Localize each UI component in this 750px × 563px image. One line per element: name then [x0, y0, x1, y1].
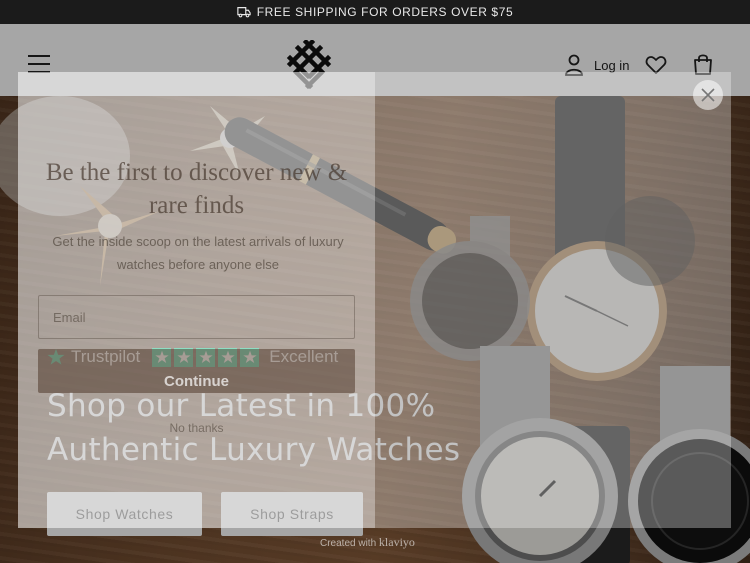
signup-popup: Be the first to discover new & rare find…: [18, 72, 731, 549]
credit-prefix: Created with: [320, 538, 377, 549]
popup-title: Be the first to discover new & rare find…: [45, 159, 348, 219]
announcement-bar: FREE SHIPPING FOR ORDERS OVER $75: [0, 0, 750, 24]
email-field[interactable]: [38, 295, 355, 339]
klaviyo-logo: klaviyo: [378, 535, 415, 549]
klaviyo-credit[interactable]: Created with klaviyo: [320, 535, 415, 550]
no-thanks-link[interactable]: No thanks: [38, 421, 355, 435]
truck-icon: [237, 7, 251, 18]
announcement-text: FREE SHIPPING FOR ORDERS OVER $75: [256, 5, 514, 19]
continue-button[interactable]: Continue: [38, 349, 355, 393]
popup-subtitle: Get the inside scoop on the latest arriv…: [52, 234, 344, 272]
close-icon[interactable]: [693, 80, 723, 110]
